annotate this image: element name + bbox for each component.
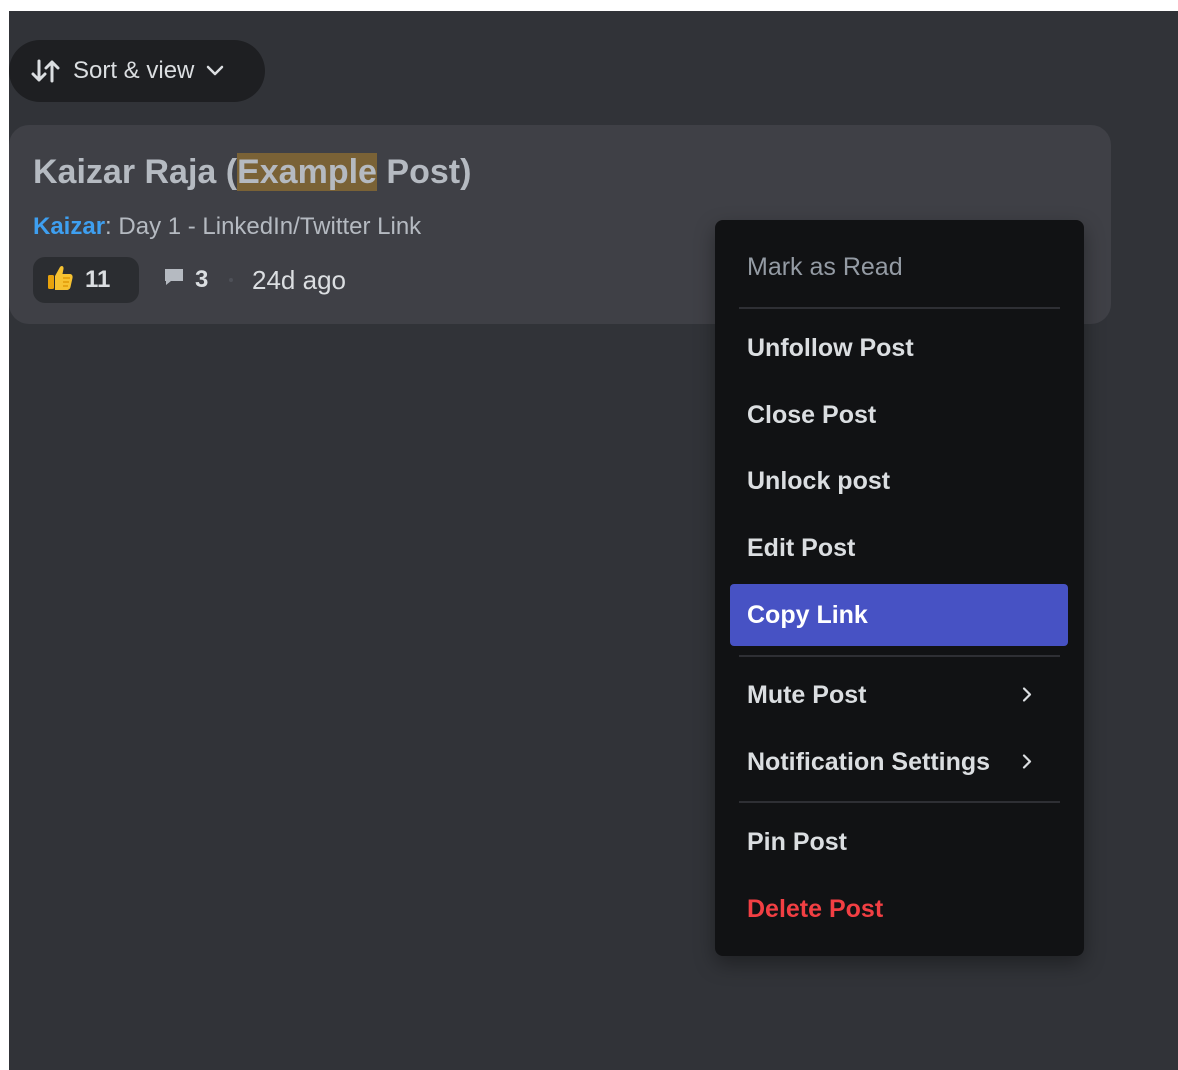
mute-post-label: Mute Post	[747, 680, 867, 709]
unfollow-post-item[interactable]: Unfollow Post	[730, 317, 1068, 379]
forum-channel-view: Sort & view Kaizar Raja (Example Post) K…	[9, 11, 1178, 1070]
close-post-item[interactable]: Close Post	[730, 384, 1068, 446]
sort-and-view-label: Sort & view	[73, 57, 195, 84]
menu-divider	[739, 655, 1060, 657]
edit-post-item[interactable]: Edit Post	[730, 517, 1068, 579]
post-preview: Kaizar: Day 1 - LinkedIn/Twitter Link	[33, 213, 421, 241]
menu-divider	[739, 307, 1060, 309]
comment-count-stat: 3	[163, 257, 208, 303]
mute-post-item[interactable]: Mute Post	[730, 664, 1068, 726]
copy-link-item[interactable]: Copy Link	[730, 584, 1068, 646]
sort-arrows-icon	[31, 58, 61, 84]
chevron-right-icon	[1022, 681, 1032, 710]
post-title-start: Kaizar Raja (	[33, 153, 238, 191]
post-title: Kaizar Raja (Example Post)	[33, 153, 471, 192]
separator-dot	[229, 278, 233, 282]
comment-icon	[163, 266, 185, 294]
thumbs-up-icon	[45, 262, 75, 299]
chevron-right-icon	[1022, 748, 1032, 777]
comment-count: 3	[195, 266, 209, 293]
reaction-button[interactable]: 11	[33, 257, 139, 303]
notification-settings-item[interactable]: Notification Settings	[730, 731, 1068, 793]
menu-divider	[739, 801, 1060, 803]
notification-settings-label: Notification Settings	[747, 747, 991, 776]
delete-post-item[interactable]: Delete Post	[730, 878, 1068, 940]
post-author[interactable]: Kaizar	[33, 213, 105, 240]
mark-as-read-item[interactable]: Mark as Read	[730, 236, 1068, 298]
post-title-end: Post)	[376, 153, 472, 191]
sort-and-view-button[interactable]: Sort & view	[9, 40, 265, 102]
post-timestamp: 24d ago	[252, 264, 346, 295]
reaction-count: 11	[85, 266, 111, 293]
post-context-menu: Mark as Read Unfollow Post Close Post Un…	[715, 220, 1084, 956]
unlock-post-item[interactable]: Unlock post	[730, 450, 1068, 512]
chevron-down-icon	[206, 65, 224, 77]
pin-post-item[interactable]: Pin Post	[730, 811, 1068, 873]
search-highlight: Example	[237, 153, 377, 191]
post-preview-text: : Day 1 - LinkedIn/Twitter Link	[105, 213, 422, 240]
